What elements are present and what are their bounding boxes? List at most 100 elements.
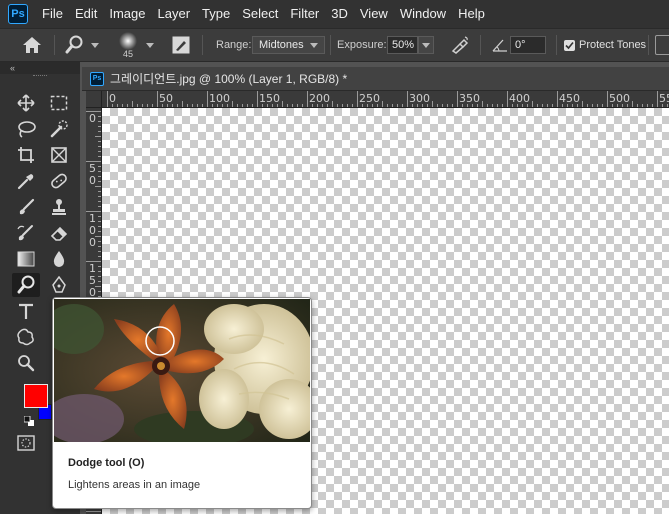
- ruler-v-label: 1 5 0: [89, 262, 96, 299]
- tool-zoom[interactable]: [14, 352, 38, 374]
- brush-size: 45: [122, 49, 133, 59]
- document-title: 그레이디언트.jpg @ 100% (Layer 1, RGB/8) *: [110, 72, 348, 86]
- menu-help[interactable]: Help: [452, 0, 491, 28]
- tool-move[interactable]: [14, 92, 38, 114]
- tool-type[interactable]: [14, 300, 38, 322]
- menu-layer[interactable]: Layer: [152, 0, 197, 28]
- brush-preset-picker[interactable]: 45: [116, 29, 140, 61]
- ruler-h-label: 200: [309, 92, 330, 105]
- ruler-h-label: 50: [159, 92, 173, 105]
- tool-eyedropper[interactable]: [14, 170, 38, 192]
- tool-eraser[interactable]: [47, 222, 71, 244]
- menu-bar: Ps File Edit Image Layer Type Select Fil…: [0, 0, 669, 28]
- move-icon: [17, 94, 35, 112]
- range-dropdown[interactable]: Midtones: [252, 36, 325, 54]
- tool-gradient[interactable]: [14, 248, 38, 270]
- pen-icon: [52, 276, 66, 293]
- menu-edit[interactable]: Edit: [69, 0, 103, 28]
- ruler-h-label: 400: [509, 92, 530, 105]
- brush-preset-dropdown[interactable]: [146, 29, 154, 61]
- airbrush-button[interactable]: [450, 29, 470, 61]
- angle-input[interactable]: 0°: [510, 36, 546, 54]
- tooltip-title: Dodge tool (O): [68, 457, 145, 469]
- tool-crop[interactable]: [14, 144, 38, 166]
- ruler-h-label: 450: [559, 92, 580, 105]
- exposure-slider-button[interactable]: [418, 36, 434, 54]
- pressure-size-button[interactable]: [655, 35, 669, 55]
- menu-type[interactable]: Type: [196, 0, 236, 28]
- chevron-down-icon: [146, 42, 154, 48]
- dodge-tool-preview-image: [54, 299, 310, 442]
- dodge-brush-icon: [65, 35, 83, 54]
- dodge-icon: [17, 275, 35, 294]
- protect-tones-toggle[interactable]: Protect Tones: [564, 29, 646, 61]
- chevron-down-icon: [422, 42, 430, 48]
- tool-quick-select[interactable]: [47, 118, 71, 140]
- ruler-h-label: 350: [459, 92, 480, 105]
- protect-tones-label: Protect Tones: [579, 39, 647, 51]
- eyedropper-icon: [17, 174, 34, 190]
- ruler-v-label: 5 0: [89, 162, 96, 187]
- default-colors-icon: [23, 415, 34, 426]
- horizontal-ruler-ticks: [107, 91, 668, 107]
- blur-icon: [53, 251, 65, 267]
- tool-dodge[interactable]: [12, 273, 40, 297]
- protect-tones-checkbox[interactable]: [564, 39, 575, 51]
- tool-brush[interactable]: [14, 196, 38, 218]
- ruler-h-label: 300: [409, 92, 430, 105]
- tool-blur[interactable]: [47, 248, 71, 270]
- ruler-h-label: 150: [259, 92, 280, 105]
- quick-mask-icon: [17, 435, 35, 451]
- range-label: Range:: [216, 39, 252, 51]
- menu-select[interactable]: Select: [236, 0, 284, 28]
- tool-history-brush[interactable]: [14, 222, 38, 244]
- document-tab[interactable]: Ps 그레이디언트.jpg @ 100% (Layer 1, RGB/8) *: [82, 67, 669, 91]
- ruler-h-label: 500: [609, 92, 630, 105]
- eraser-icon: [50, 226, 68, 241]
- airbrush-icon: [451, 36, 469, 54]
- menu-3d[interactable]: 3D: [325, 0, 354, 28]
- tool-marquee[interactable]: [47, 92, 71, 114]
- crop-icon: [18, 147, 34, 163]
- tool-quick-mask[interactable]: [14, 432, 38, 454]
- tool-preset-picker[interactable]: [64, 29, 99, 61]
- home-button[interactable]: [22, 29, 42, 61]
- zoom-icon: [18, 355, 35, 372]
- tool-shape[interactable]: [14, 326, 38, 348]
- photoshop-logo: Ps: [8, 4, 28, 24]
- foreground-color-swatch[interactable]: [24, 384, 48, 408]
- horizontal-ruler[interactable]: 0 50 100 150 200 250 300 350 400 450 500 55: [102, 91, 669, 108]
- options-bar: 45 Range: Midtones Exposure: 50% 0° Prot…: [0, 28, 669, 62]
- brush-preset-icon: [119, 32, 137, 50]
- menu-image[interactable]: Image: [103, 0, 151, 28]
- tool-frame[interactable]: [47, 144, 71, 166]
- ruler-h-label: 100: [209, 92, 230, 105]
- ruler-h-label: 55: [659, 92, 669, 105]
- default-colors-button[interactable]: [23, 414, 34, 426]
- tool-pen[interactable]: [47, 274, 71, 296]
- exposure-label: Exposure:: [337, 39, 387, 51]
- ruler-origin[interactable]: [86, 91, 102, 108]
- tool-clone-stamp[interactable]: [47, 196, 71, 218]
- menu-view[interactable]: View: [354, 0, 394, 28]
- tool-healing-brush[interactable]: [47, 170, 71, 192]
- tool-lasso[interactable]: [14, 118, 38, 140]
- menu-window[interactable]: Window: [394, 0, 452, 28]
- home-icon: [23, 37, 41, 53]
- toggle-brush-panel-button[interactable]: [172, 29, 190, 61]
- menu-file[interactable]: File: [36, 0, 69, 28]
- brush-icon: [19, 198, 35, 215]
- type-icon: [19, 303, 33, 319]
- gradient-icon: [17, 251, 35, 267]
- quick-select-icon: [50, 120, 68, 138]
- ruler-v-label: 1 0 0: [89, 212, 96, 249]
- toggle-brush-panel-icon: [172, 36, 190, 54]
- collapse-panel-button[interactable]: «: [0, 62, 80, 74]
- menu-filter[interactable]: Filter: [284, 0, 325, 28]
- healing-brush-icon: [51, 173, 67, 189]
- ruler-h-label: 0: [109, 92, 116, 105]
- shape-icon: [17, 328, 34, 346]
- history-brush-icon: [17, 225, 33, 241]
- panel-grip[interactable]: [33, 75, 47, 78]
- exposure-input[interactable]: 50%: [387, 36, 418, 54]
